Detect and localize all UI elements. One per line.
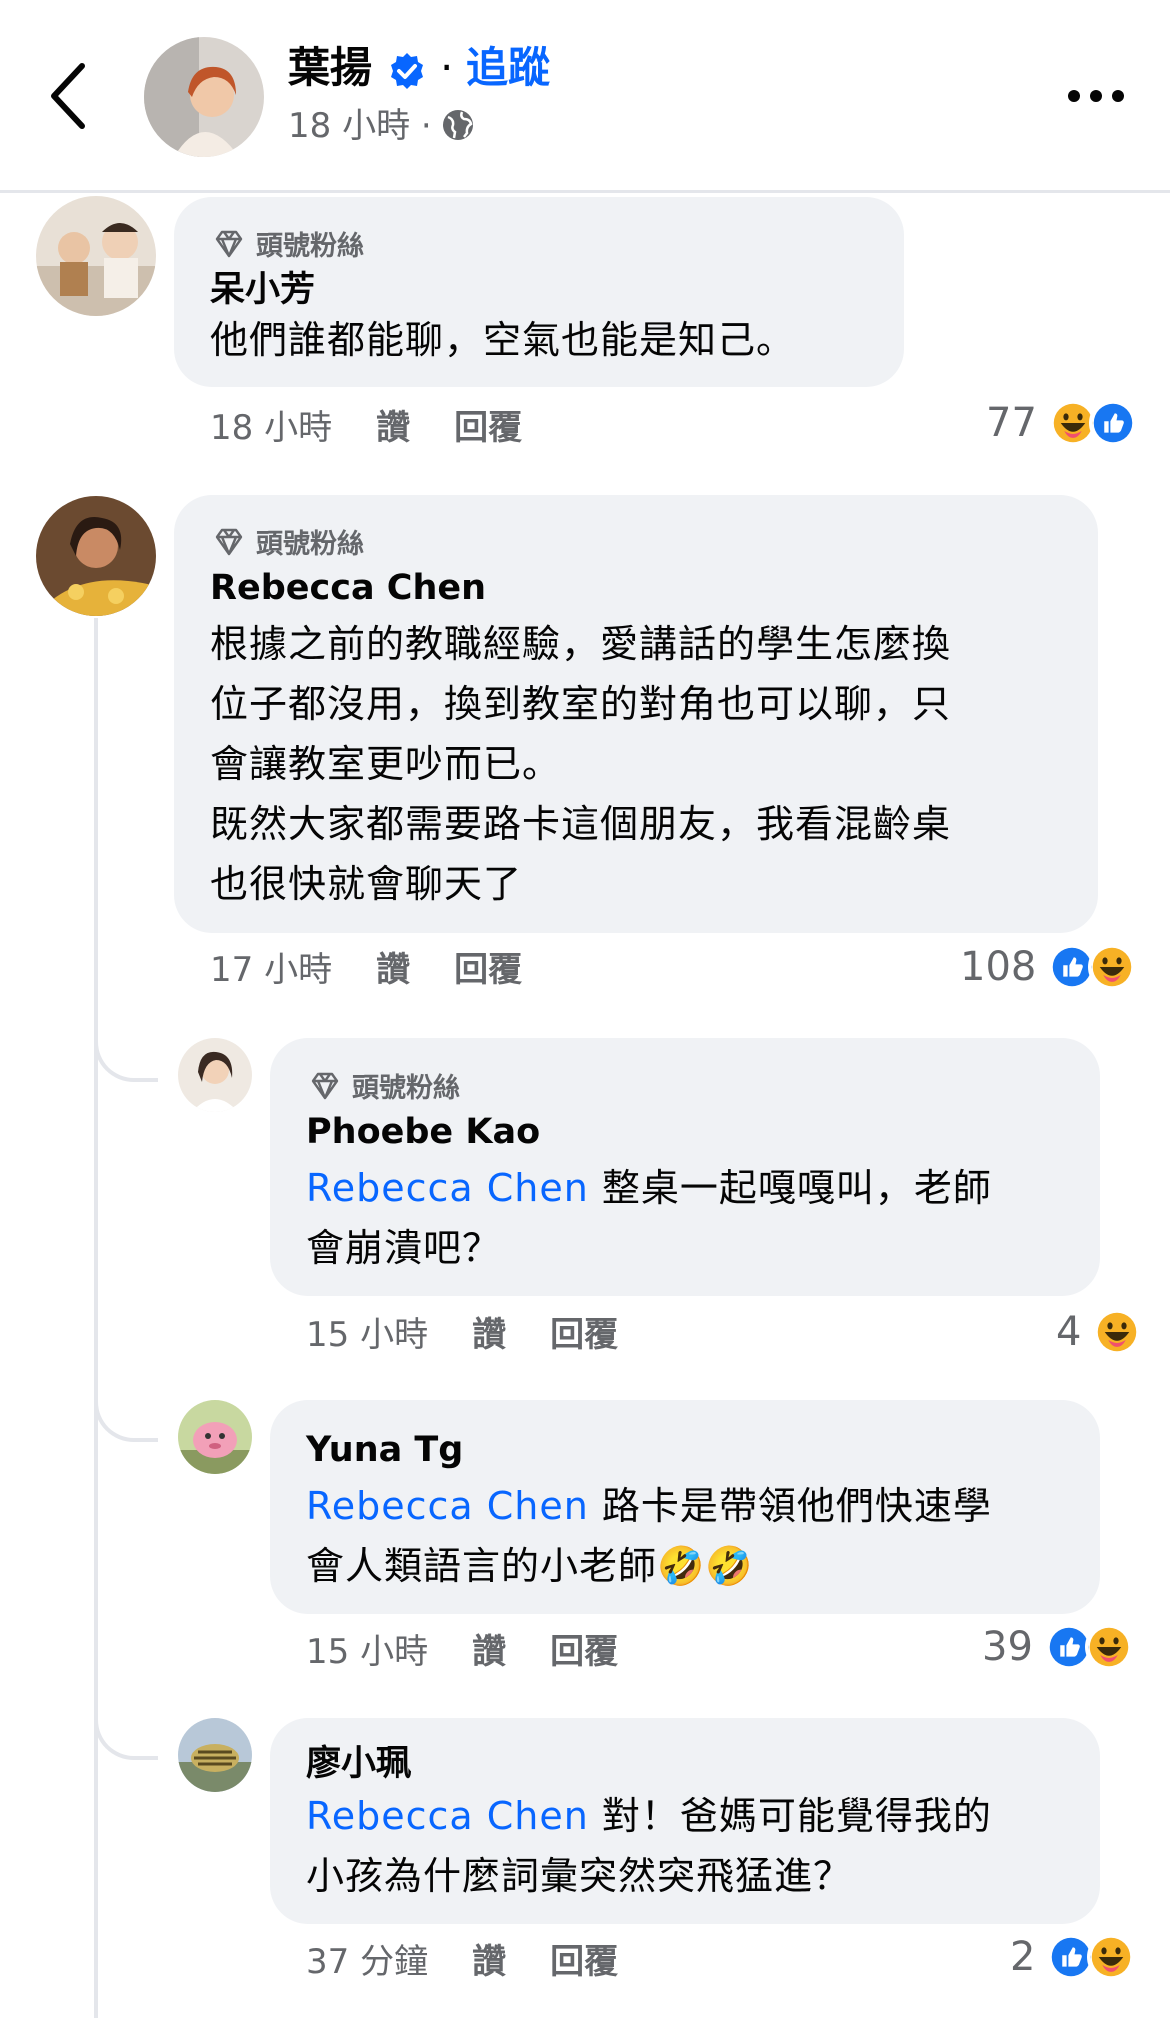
comment-line: 會人類語言的小老師🤣🤣 [306,1544,754,1588]
diamond-icon [215,528,243,555]
chevron-left-icon [51,63,85,129]
comment-author[interactable]: Phoebe Kao [306,1110,540,1154]
comment-actions: 17 小時 讚 回覆 [210,948,566,992]
comment-text: Rebecca Chen 路卡是帶領他們快速學 會人類語言的小老師🤣🤣 [306,1476,992,1596]
comment-actions: 15 小時 讚 回覆 [306,1630,662,1674]
reaction-summary[interactable]: 108 [960,942,1137,992]
haha-reaction-icon [1093,1308,1142,1356]
reply-button[interactable]: 回覆 [454,950,522,990]
avatar[interactable] [178,1718,252,1792]
mention-link[interactable]: Rebecca Chen [306,1166,589,1210]
reaction-summary[interactable]: 77 [986,398,1137,448]
reaction-count: 77 [986,400,1037,446]
reply-button[interactable]: 回覆 [550,1315,618,1355]
like-button[interactable]: 讚 [472,1315,506,1355]
comment-line: 會崩潰吧？ [306,1226,502,1270]
comment-text: 他們誰都能聊，空氣也能是知己。 [210,310,795,370]
reaction-count: 39 [982,1624,1033,1670]
avatar[interactable] [178,1038,252,1112]
follow-button[interactable]: 追蹤 [466,42,550,94]
comment-actions: 18 小時 讚 回覆 [210,406,566,450]
mention-link[interactable]: Rebecca Chen [306,1794,589,1838]
separator-dot: · [440,43,454,92]
top-fan-badge: 頭號粉絲 [308,1066,460,1105]
reaction-summary[interactable]: 4 [1056,1307,1142,1357]
reply-button[interactable]: 回覆 [550,1632,618,1672]
comment-line: Rebecca Chen 整桌一起嘎嘎叫，老師 [306,1158,992,1218]
top-fan-badge: 頭號粉絲 [212,224,364,263]
comment-line-text: 路卡是帶領他們快速學 [588,1484,992,1528]
back-button[interactable] [40,58,100,134]
like-reaction-icon [1088,399,1137,447]
top-fan-badge: 頭號粉絲 [212,522,364,561]
comment-line: 他們誰都能聊，空氣也能是知己。 [210,318,796,362]
comment-actions: 37 分鐘 讚 回覆 [306,1940,662,1984]
avatar[interactable] [36,196,156,316]
avatar[interactable] [36,496,156,616]
reaction-count: 2 [1010,1934,1036,1980]
comment-line-text: 對！爸媽可能覺得我的 [588,1794,992,1838]
comment-line: 既然大家都需要路卡這個朋友，我看混齡桌 [210,802,952,846]
comment-time[interactable]: 15 小時 [306,1632,428,1672]
like-button[interactable]: 讚 [472,1632,506,1672]
like-button[interactable]: 讚 [376,950,410,990]
more-horizontal-icon [1068,90,1124,102]
haha-reaction-icon [1088,943,1137,991]
comment-time[interactable]: 15 小時 [306,1315,428,1355]
badge-label: 頭號粉絲 [256,529,364,560]
page-avatar[interactable] [144,37,264,157]
mention-link[interactable]: Rebecca Chen [306,1484,589,1528]
haha-reaction-icon [1084,1623,1133,1671]
verified-badge-icon [391,53,423,89]
comment-actions: 15 小時 讚 回覆 [306,1313,662,1357]
comment-text: Rebecca Chen 整桌一起嘎嘎叫，老師 會崩潰吧？ [306,1158,992,1278]
comment-author[interactable]: 呆小芳 [210,268,315,312]
diamond-icon [215,230,243,257]
reaction-summary[interactable]: 2 [1010,1932,1136,1982]
more-options-button[interactable] [1066,86,1126,106]
comment-line: 也很快就會聊天了 [210,862,523,906]
like-button[interactable]: 讚 [472,1942,506,1982]
comment-time[interactable]: 18 小時 [210,408,332,448]
reply-connector [94,1686,158,1760]
comment-author[interactable]: Yuna Tg [306,1428,463,1472]
reaction-summary[interactable]: 39 [982,1622,1133,1672]
thread-line [94,618,98,2018]
comment-line: 會讓教室更吵而已。 [210,742,562,786]
badge-label: 頭號粉絲 [352,1073,460,1104]
comment-line: 根據之前的教職經驗，愛講話的學生怎麼換 [210,622,952,666]
reply-connector [94,1368,158,1442]
post-header: 葉揚 · 追蹤 18 小時 · [0,0,1170,193]
avatar[interactable] [178,1400,252,1474]
diamond-icon [311,1072,339,1099]
reaction-count: 108 [960,944,1037,990]
haha-reaction-icon [1087,1933,1136,1981]
comment-time[interactable]: 37 分鐘 [306,1942,428,1982]
globe-icon [443,110,473,140]
reply-connector [94,1008,158,1082]
comment-line: Rebecca Chen 路卡是帶領他們快速學 [306,1476,992,1536]
comment-author[interactable]: 廖小珮 [306,1742,411,1786]
comment-line: 小孩為什麼詞彙突然突飛猛進？ [306,1854,853,1898]
comment-line: Rebecca Chen 對！爸媽可能覺得我的 [306,1786,992,1846]
comment-text: 根據之前的教職經驗，愛講話的學生怎麼換 位子都沒用，換到教室的對角也可以聊，只 … [210,614,951,914]
like-button[interactable]: 讚 [376,408,410,448]
reaction-count: 4 [1056,1309,1082,1355]
reply-button[interactable]: 回覆 [454,408,522,448]
reply-button[interactable]: 回覆 [550,1942,618,1982]
post-time[interactable]: 18 小時 · [288,105,432,147]
comment-line-text: 整桌一起嘎嘎叫，老師 [588,1166,992,1210]
badge-label: 頭號粉絲 [256,231,364,262]
comment-time[interactable]: 17 小時 [210,950,332,990]
comment-text: Rebecca Chen 對！爸媽可能覺得我的 小孩為什麼詞彙突然突飛猛進？ [306,1786,992,1906]
comment-line: 位子都沒用，換到教室的對角也可以聊，只 [210,682,952,726]
comment-author[interactable]: Rebecca Chen [210,566,486,610]
page-name[interactable]: 葉揚 [288,42,372,94]
